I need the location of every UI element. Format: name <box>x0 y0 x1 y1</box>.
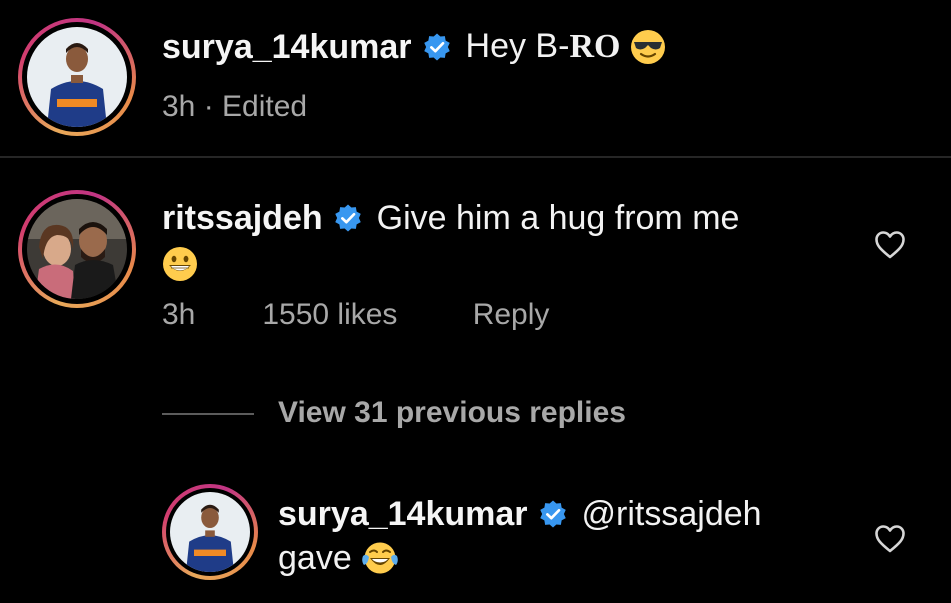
reply-button[interactable]: Reply <box>473 298 550 331</box>
comment-text: Hey B-RO <box>465 27 621 65</box>
replies-divider-line <box>162 413 254 415</box>
edited-label: · Edited <box>203 90 308 123</box>
avatar[interactable] <box>18 18 136 136</box>
verified-badge-icon <box>538 499 568 529</box>
avatar-image <box>27 27 127 127</box>
comment-time: 3h <box>162 298 196 331</box>
avatar-image <box>27 199 127 299</box>
tears-of-joy-emoji-icon <box>361 540 398 576</box>
grinning-emoji-icon <box>162 246 198 282</box>
divider <box>0 156 951 158</box>
verified-badge-icon <box>333 203 363 233</box>
view-previous-replies-button[interactable]: View 31 previous replies <box>278 396 626 430</box>
comment: ritssajdeh Give him a hug from me 3h 155… <box>162 198 739 332</box>
comment-text: gave <box>278 539 352 577</box>
comment-time: 3h <box>162 90 196 123</box>
avatar[interactable] <box>18 190 136 308</box>
avatar-image <box>170 492 250 572</box>
username[interactable]: surya_14kumar <box>162 27 412 67</box>
comments-screen: surya_14kumar Hey B-RO 3h · Edited ritss… <box>0 0 951 603</box>
avatar[interactable] <box>162 484 258 580</box>
like-heart-icon[interactable] <box>874 524 906 554</box>
reply-comment: surya_14kumar @ritssajdeh gave <box>278 494 762 578</box>
likes-count[interactable]: 1550 likes <box>262 298 464 332</box>
comment: surya_14kumar Hey B-RO 3h · Edited <box>162 26 666 124</box>
comment-text: Give him a hug from me <box>376 199 740 237</box>
username[interactable]: ritssajdeh <box>162 198 323 238</box>
verified-badge-icon <box>422 32 452 62</box>
mention-link[interactable]: @ritssajdeh <box>582 494 762 534</box>
username[interactable]: surya_14kumar <box>278 494 528 534</box>
sunglasses-emoji-icon <box>630 29 666 65</box>
like-heart-icon[interactable] <box>874 230 906 260</box>
